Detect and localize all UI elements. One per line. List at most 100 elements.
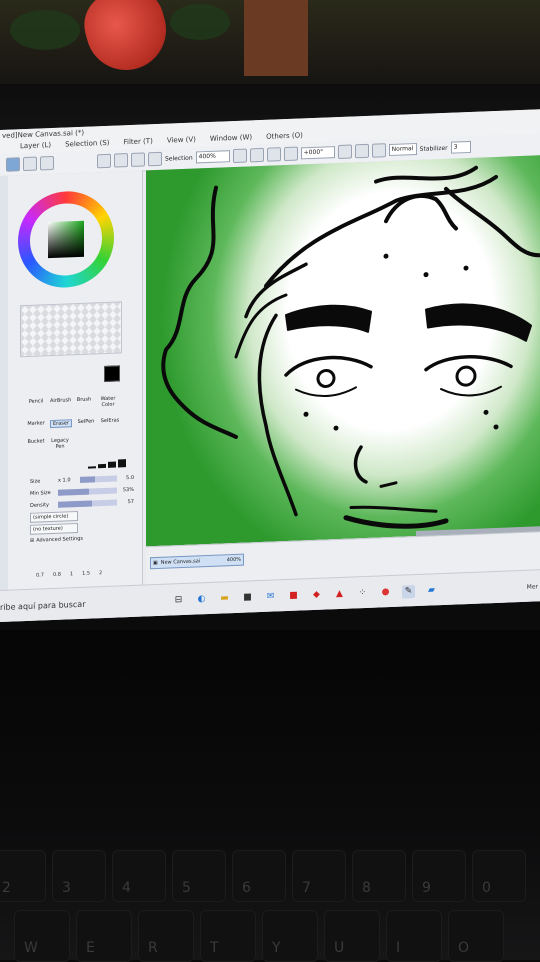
tool-airbrush[interactable]: AirBrush <box>50 397 71 410</box>
panel-button[interactable] <box>40 155 54 171</box>
key-y[interactable]: Y <box>262 910 318 962</box>
key-3[interactable]: 3 <box>52 850 106 902</box>
zoom-field[interactable]: 400% <box>195 150 230 164</box>
brush-shape-row[interactable] <box>88 457 138 469</box>
tree-trunk <box>244 0 308 76</box>
invert-selection-button[interactable] <box>131 152 145 167</box>
list-view-button[interactable] <box>23 156 37 172</box>
color-picker-square[interactable] <box>48 220 84 259</box>
menu-window[interactable]: Window (W) <box>210 133 252 143</box>
expand-icon: ⊞ <box>30 537 35 544</box>
tool-eraser[interactable]: Eraser <box>50 419 72 429</box>
size-value: 5.0 <box>126 474 134 482</box>
taskbar-icons: ⊟ ◐ ▬ ■ ✉ ■ ◆ ▲ ⁘ ● ✎ ▰ <box>172 584 438 607</box>
key-w[interactable]: W <box>14 910 70 962</box>
key-o[interactable]: O <box>448 910 504 962</box>
scratchpad[interactable] <box>20 301 122 358</box>
preset-size[interactable]: 0.8 <box>53 572 61 578</box>
preset-size[interactable]: 0.7 <box>36 572 44 578</box>
brush-shape-icon[interactable] <box>118 459 126 468</box>
store-icon[interactable]: ■ <box>241 591 254 604</box>
key-5[interactable]: 5 <box>172 850 226 902</box>
key-i[interactable]: I <box>386 910 442 962</box>
key-8[interactable]: 8 <box>352 850 406 902</box>
tool-brush[interactable]: Brush <box>74 396 94 409</box>
menu-filter[interactable]: Filter (T) <box>124 137 153 146</box>
size-slider[interactable] <box>80 475 117 483</box>
key-9[interactable]: 9 <box>412 850 466 902</box>
brush-shape-icon[interactable] <box>108 461 116 468</box>
preset-size[interactable]: 2 <box>99 570 102 576</box>
preset-sizes: 0.7 0.8 1 1.5 2 <box>36 570 102 579</box>
key-7[interactable]: 7 <box>292 850 346 902</box>
stabilizer-select[interactable]: 3 <box>450 140 471 154</box>
select-all-button[interactable] <box>114 153 128 168</box>
tool-pencil[interactable]: Pencil <box>26 398 46 411</box>
menu-selection[interactable]: Selection (S) <box>65 139 109 149</box>
min-size-slider[interactable] <box>58 487 117 496</box>
key-t[interactable]: T <box>200 910 256 962</box>
preset-size[interactable]: 1 <box>70 571 73 577</box>
menu-others[interactable]: Others (O) <box>266 131 303 140</box>
view-mode-button[interactable] <box>6 157 20 172</box>
key-2[interactable]: 2 <box>0 850 46 902</box>
laptop-screen: ved]New Canvas.sai (*) Layer (L) Selecti… <box>0 109 540 622</box>
brush-shape-icon[interactable] <box>98 463 106 469</box>
tool-panel: Pencil AirBrush Brush Water Color Marker… <box>0 170 143 590</box>
red-cube-icon[interactable]: ◆ <box>310 588 323 601</box>
tool-water-color[interactable]: Water Color <box>98 395 118 409</box>
current-color-swatch[interactable] <box>104 365 120 383</box>
edge-browser-icon[interactable]: ◐ <box>195 593 208 606</box>
brush-settings: Size x 1.0 5.0 Min Size 53% Density 57 (… <box>30 473 134 544</box>
tool-selpen[interactable]: SelPen <box>76 418 96 427</box>
tool-legacy-pen[interactable]: Legacy Pen <box>50 437 70 450</box>
preset-size[interactable]: 1.5 <box>82 571 90 577</box>
selection-checkbox[interactable] <box>148 151 162 167</box>
rotate-right-button[interactable] <box>354 143 369 159</box>
brush-shape-select[interactable]: (simple circle) <box>30 511 78 523</box>
red-app-icon[interactable]: ■ <box>287 589 300 602</box>
zoom-dropdown-icon[interactable] <box>232 148 247 164</box>
laptop-keyboard: 2 3 4 5 6 7 8 9 0 W E R T Y U I O <box>0 630 540 962</box>
key-0[interactable]: 0 <box>472 850 526 902</box>
key-r[interactable]: R <box>138 910 194 962</box>
flip-button[interactable] <box>371 143 386 158</box>
key-6[interactable]: 6 <box>232 850 286 902</box>
task-view-icon[interactable]: ⊟ <box>172 593 185 606</box>
rotation-field[interactable]: +000° <box>300 146 335 160</box>
blend-mode-select[interactable]: Normal <box>388 142 417 157</box>
key-4[interactable]: 4 <box>112 850 166 902</box>
drawing-canvas[interactable] <box>146 155 540 547</box>
zoom-reset-button[interactable] <box>283 146 298 162</box>
menu-view[interactable]: View (V) <box>167 135 196 144</box>
tool-bucket[interactable]: Bucket <box>26 438 46 451</box>
navigator-strip[interactable] <box>0 175 8 590</box>
deselect-button[interactable] <box>97 153 111 169</box>
density-label: Density <box>30 502 50 509</box>
layer-item[interactable]: ▣ New Canvas.sai 400% <box>150 553 244 570</box>
zoom-in-button[interactable] <box>266 147 281 162</box>
key-e[interactable]: E <box>76 910 132 962</box>
pdf-icon[interactable]: ▲ <box>333 587 346 600</box>
min-size-label: Min Size <box>30 490 51 497</box>
tool-marker[interactable]: Marker <box>26 420 46 429</box>
taskbar-search[interactable]: ribe aquí para buscar <box>0 596 160 611</box>
tool-seleras[interactable]: SelEras <box>100 417 120 426</box>
paint-tool-sai-icon[interactable]: ✎ <box>402 584 415 599</box>
blue-app-icon[interactable]: ▰ <box>425 584 438 597</box>
density-slider[interactable] <box>58 499 117 508</box>
file-explorer-icon[interactable]: ▬ <box>218 592 231 605</box>
chrome-icon[interactable]: ● <box>379 585 392 598</box>
size-multiplier[interactable]: x 1.0 <box>58 477 80 483</box>
advanced-settings-toggle[interactable]: ⊞ Advanced Settings <box>30 534 134 544</box>
menu-layer[interactable]: Layer (L) <box>20 141 51 150</box>
mail-icon[interactable]: ✉ <box>264 590 277 603</box>
key-u[interactable]: U <box>324 910 380 962</box>
density-row[interactable]: Density 57 <box>30 497 134 511</box>
color-wheel[interactable] <box>18 189 114 290</box>
texture-select[interactable]: (no texture) <box>30 523 78 535</box>
brush-shape-icon[interactable] <box>88 466 96 469</box>
zoom-out-button[interactable] <box>249 147 264 163</box>
rotate-left-button[interactable] <box>337 144 352 160</box>
dots-app-icon[interactable]: ⁘ <box>356 586 369 599</box>
